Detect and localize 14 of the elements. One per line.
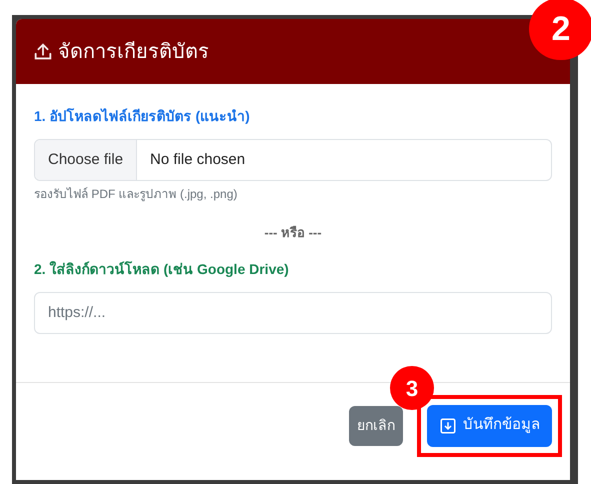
upload-icon bbox=[32, 40, 54, 62]
or-divider: --- หรือ --- bbox=[264, 224, 322, 242]
step-badge: 2 bbox=[529, 0, 591, 60]
link-label: 2. ใส่ลิงก์ดาวน์โหลด (เช่น Google Drive) bbox=[34, 260, 290, 279]
file-status: No file chosen bbox=[149, 150, 246, 170]
save-button[interactable]: บันทึกข้อมูล bbox=[427, 404, 552, 446]
link-input[interactable]: https://... bbox=[34, 292, 552, 334]
upload-hint: รองรับไฟล์ PDF และรูปภาพ (.jpg, .png) bbox=[34, 186, 238, 203]
cancel-button[interactable]: ยกเลิก bbox=[349, 406, 403, 446]
choose-file-button[interactable]: Choose file bbox=[35, 140, 138, 180]
upload-label: 1. อัปโหลดไฟล์เกียรติบัตร (แนะนำ) bbox=[34, 107, 251, 126]
file-input[interactable]: Choose file No file chosen bbox=[34, 139, 552, 181]
download-icon bbox=[439, 416, 457, 434]
modal-title: จัดการเกียรติบัตร bbox=[58, 40, 209, 64]
